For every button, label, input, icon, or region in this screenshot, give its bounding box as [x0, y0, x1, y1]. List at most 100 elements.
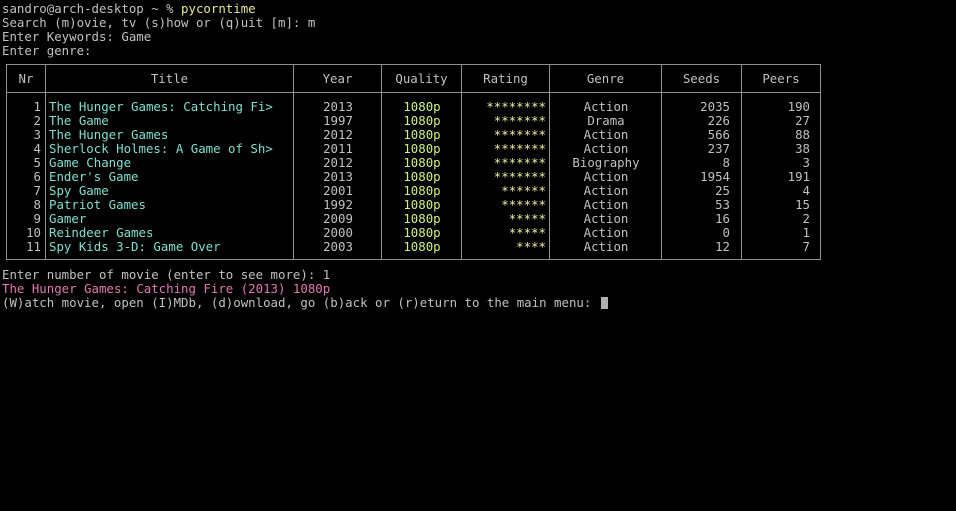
cell-quality: 1080p: [403, 226, 441, 240]
cell-year: 1997: [323, 114, 353, 128]
action-prompt: (W)atch movie, open (I)MDb, (d)ownload, …: [2, 295, 599, 310]
cell-rating: ********: [486, 100, 546, 114]
results-table: Nr Title Year Quality Rating Genre Seeds…: [6, 64, 821, 260]
cell-seeds: 16: [715, 212, 730, 226]
table-row[interactable]: 7 Spy Game 2001 1080p ****** Action 25 4: [7, 184, 820, 198]
cell-seeds: 226: [707, 114, 730, 128]
cell-quality: 1080p: [403, 212, 441, 226]
header-peers: Peers: [762, 71, 800, 86]
cell-peers: 15: [795, 198, 810, 212]
cell-nr: 2: [33, 114, 41, 128]
genre-prompt: Enter genre:: [2, 43, 92, 58]
cell-quality: 1080p: [403, 156, 441, 170]
cell-quality: 1080p: [403, 128, 441, 142]
cell-genre: Biography: [572, 156, 640, 170]
cell-rating: *****: [508, 226, 546, 240]
cell-nr: 1: [33, 100, 41, 114]
table-row[interactable]: 1 The Hunger Games: Catching Fi> 2013 10…: [7, 100, 820, 114]
cell-year: 1992: [323, 198, 353, 212]
cell-nr: 7: [33, 184, 41, 198]
cell-seeds: 237: [707, 142, 730, 156]
header-divider: [7, 92, 820, 93]
cell-peers: 27: [795, 114, 810, 128]
cell-rating: *******: [493, 114, 546, 128]
terminal-window: { "terminal": { "prompt_user_host": "san…: [0, 0, 956, 511]
cell-year: 2012: [323, 156, 353, 170]
shell-prompt: sandro@arch-desktop ~ %: [2, 1, 182, 16]
cell-peers: 4: [802, 184, 810, 198]
cell-nr: 10: [26, 226, 41, 240]
cell-peers: 88: [795, 128, 810, 142]
cell-title: Game Change: [49, 156, 132, 170]
cell-rating: *******: [493, 142, 546, 156]
cell-rating: *****: [508, 212, 546, 226]
cell-peers: 2: [802, 212, 810, 226]
cell-year: 2003: [323, 240, 353, 254]
header-nr: Nr: [18, 71, 34, 86]
cell-year: 2013: [323, 100, 353, 114]
cell-seeds: 12: [715, 240, 730, 254]
table-row[interactable]: 5 Game Change 2012 1080p ******* Biograp…: [7, 156, 820, 170]
terminal-cursor[interactable]: [600, 297, 608, 309]
cell-title: The Hunger Games: [49, 128, 169, 142]
cell-seeds: 8: [722, 156, 730, 170]
cell-seeds: 566: [707, 128, 730, 142]
cell-quality: 1080p: [403, 170, 441, 184]
cell-peers: 38: [795, 142, 810, 156]
shell-prompt-line: sandro@arch-desktop ~ % pycorntime: [2, 2, 256, 16]
number-prompt: Enter number of movie (enter to see more…: [2, 267, 331, 282]
table-row[interactable]: 9 Gamer 2009 1080p ***** Action 16 2: [7, 212, 820, 226]
cell-rating: *******: [493, 156, 546, 170]
table-row[interactable]: 3 The Hunger Games 2012 1080p ******* Ac…: [7, 128, 820, 142]
cell-rating: ******: [501, 198, 546, 212]
cell-rating: ******: [501, 184, 546, 198]
cell-seeds: 2035: [700, 100, 730, 114]
selected-movie: The Hunger Games: Catching Fire (2013) 1…: [2, 281, 331, 296]
cell-genre: Action: [583, 184, 629, 198]
cell-title: Ender's Game: [49, 170, 139, 184]
cell-nr: 6: [33, 170, 41, 184]
cell-genre: Action: [583, 142, 629, 156]
cell-nr: 11: [26, 240, 41, 254]
cell-title: The Game: [49, 114, 109, 128]
cell-title: Sherlock Holmes: A Game of Sh>: [49, 142, 273, 156]
cell-title: Patriot Games: [49, 198, 146, 212]
table-row[interactable]: 4 Sherlock Holmes: A Game of Sh> 2011 10…: [7, 142, 820, 156]
cell-genre: Action: [583, 240, 629, 254]
table-row[interactable]: 11 Spy Kids 3-D: Game Over 2003 1080p **…: [7, 240, 820, 254]
table-row[interactable]: 2 The Game 1997 1080p ******* Drama 226 …: [7, 114, 820, 128]
cell-year: 2011: [323, 142, 353, 156]
cell-title: Spy Game: [49, 184, 109, 198]
cell-year: 2009: [323, 212, 353, 226]
cell-nr: 8: [33, 198, 41, 212]
table-row[interactable]: 10 Reindeer Games 2000 1080p ***** Actio…: [7, 226, 820, 240]
cell-rating: *******: [493, 128, 546, 142]
cell-genre: Action: [583, 212, 629, 226]
cell-quality: 1080p: [403, 184, 441, 198]
search-prompt: Search (m)ovie, tv (s)how or (q)uit [m]:…: [2, 15, 316, 30]
table-row[interactable]: 8 Patriot Games 1992 1080p ****** Action…: [7, 198, 820, 212]
cell-peers: 7: [802, 240, 810, 254]
cell-nr: 4: [33, 142, 41, 156]
cell-quality: 1080p: [403, 100, 441, 114]
cell-title: Reindeer Games: [49, 226, 154, 240]
cell-genre: Action: [583, 100, 629, 114]
cell-genre: Action: [583, 128, 629, 142]
cell-seeds: 0: [722, 226, 730, 240]
cell-nr: 3: [33, 128, 41, 142]
header-rating: Rating: [483, 71, 528, 86]
header-title: Title: [150, 71, 189, 86]
table-row[interactable]: 6 Ender's Game 2013 1080p ******* Action…: [7, 170, 820, 184]
cell-peers: 190: [787, 100, 810, 114]
cell-title: Gamer: [49, 212, 87, 226]
cell-nr: 9: [33, 212, 41, 226]
header-genre: Genre: [586, 71, 625, 86]
header-year: Year: [322, 71, 353, 86]
cell-peers: 3: [802, 156, 810, 170]
keywords-prompt: Enter Keywords: Game: [2, 29, 152, 44]
action-prompt-line[interactable]: (W)atch movie, open (I)MDb, (d)ownload, …: [2, 296, 608, 310]
cell-year: 2001: [323, 184, 353, 198]
cell-year: 2012: [323, 128, 353, 142]
cell-nr: 5: [33, 156, 41, 170]
cell-title: The Hunger Games: Catching Fi>: [49, 100, 273, 114]
